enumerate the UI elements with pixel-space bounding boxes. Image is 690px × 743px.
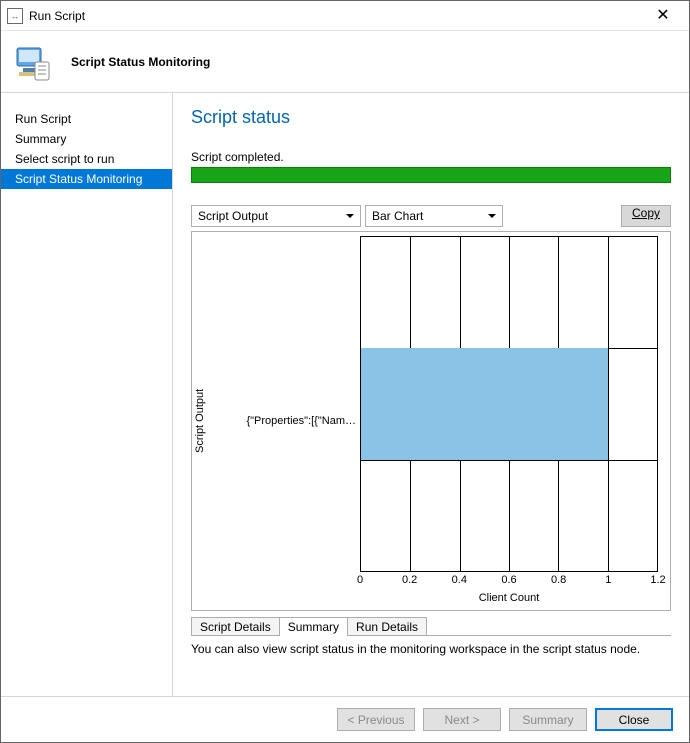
close-icon[interactable]: ✕ — [643, 8, 683, 24]
previous-button: < Previous — [337, 708, 415, 731]
window-title: Run Script — [29, 9, 643, 23]
sidebar-item-run-script[interactable]: Run Script — [1, 109, 172, 129]
charttype-combo[interactable]: Bar Chart — [365, 205, 503, 227]
next-button: Next > — [423, 708, 501, 731]
wizard-header: Script Status Monitoring — [1, 31, 689, 93]
charttype-combo-value: Bar Chart — [372, 209, 423, 223]
tab-script-details[interactable]: Script Details — [191, 617, 280, 636]
x-tick-labels: 0 0.2 0.4 0.6 0.8 1 1.2 — [360, 572, 658, 590]
wizard-header-title: Script Status Monitoring — [71, 55, 210, 69]
x-axis-title: Client Count — [360, 590, 658, 610]
hint-text: You can also view script status in the m… — [191, 642, 671, 656]
sidebar-item-label: Select script to run — [15, 152, 114, 166]
system-menu-icon[interactable]: ↔ — [7, 8, 23, 24]
close-button[interactable]: Close — [595, 708, 673, 731]
script-monitor-icon — [13, 42, 53, 82]
summary-button: Summary — [509, 708, 587, 731]
y-tick-labels: {"Properties":[{"Nam… — [210, 232, 360, 610]
chart-container: Script Output {"Properties":[{"Nam… — [191, 231, 671, 611]
wizard-footer: < Previous Next > Summary Close — [1, 696, 689, 742]
sidebar-item-label: Run Script — [15, 112, 71, 126]
output-combo[interactable]: Script Output — [191, 205, 361, 227]
bar-series-0 — [361, 348, 608, 459]
y-axis-title: Script Output — [192, 232, 210, 610]
sidebar-item-status-monitoring[interactable]: Script Status Monitoring — [1, 169, 172, 189]
sidebar-item-label: Script Status Monitoring — [15, 172, 142, 186]
plot-area — [360, 236, 658, 572]
chart-toolbar: Script Output Bar Chart Copy — [191, 205, 671, 227]
copy-button[interactable]: Copy — [621, 205, 671, 227]
progress-bar — [191, 167, 671, 183]
wizard-content: Script status Script completed. Script O… — [173, 93, 689, 696]
status-text: Script completed. — [191, 150, 671, 164]
sidebar-item-label: Summary — [15, 132, 66, 146]
titlebar: ↔ Run Script ✕ — [1, 1, 689, 31]
wizard-sidebar: Run Script Summary Select script to run … — [1, 93, 173, 696]
output-combo-value: Script Output — [198, 209, 268, 223]
tab-summary[interactable]: Summary — [279, 617, 348, 636]
result-tabs: Script Details Summary Run Details — [191, 617, 671, 636]
chevron-down-icon — [488, 214, 496, 218]
page-title: Script status — [191, 107, 671, 128]
chevron-down-icon — [346, 214, 354, 218]
sidebar-item-summary[interactable]: Summary — [1, 129, 172, 149]
tab-run-details[interactable]: Run Details — [347, 617, 427, 636]
y-tick-label: {"Properties":[{"Nam… — [246, 415, 356, 427]
sidebar-item-select-script[interactable]: Select script to run — [1, 149, 172, 169]
